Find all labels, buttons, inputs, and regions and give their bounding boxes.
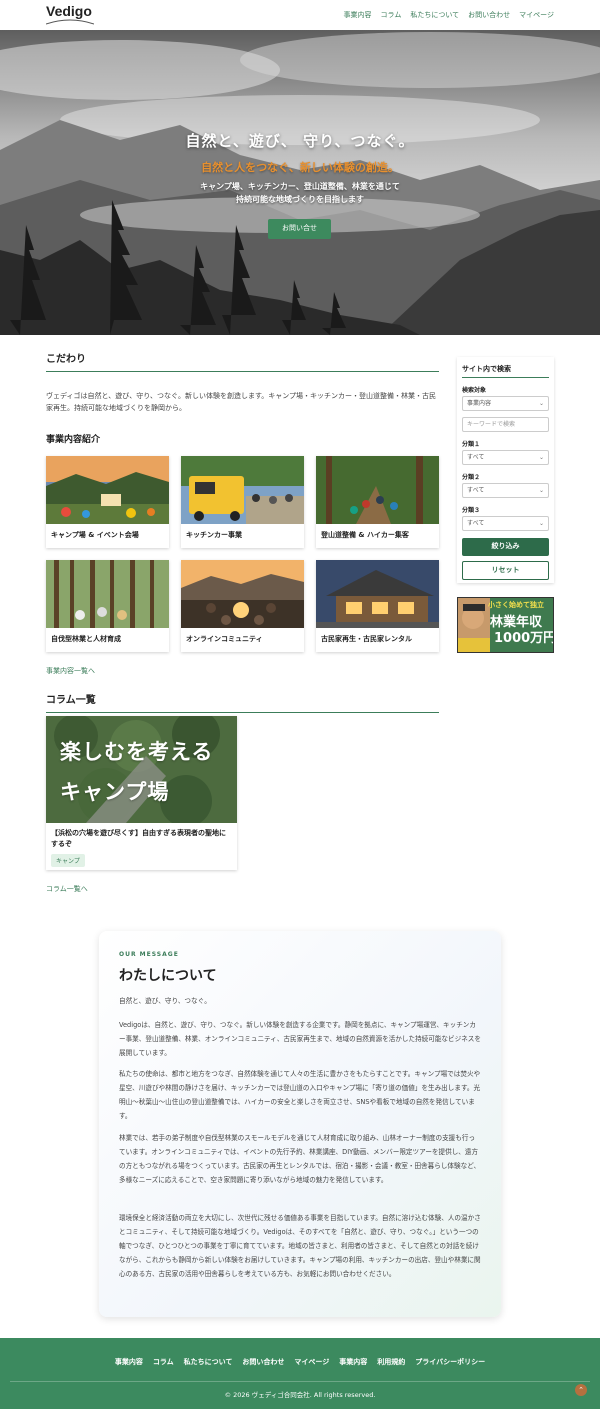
footer-nav-mypage[interactable]: マイページ [294, 1357, 329, 1367]
ad-line1: 小さく始めて独立 [488, 601, 544, 609]
service-card-community[interactable]: オンラインコミュニティ [181, 560, 304, 652]
ad-line3: 1000万円 [494, 631, 554, 646]
columns-heading: コラム一覧 [46, 691, 439, 713]
message-kicker: OUR MESSAGE [119, 951, 179, 958]
service-card-camp[interactable]: キャンプ場 & イベント会場 [46, 456, 169, 548]
footer-nav-services[interactable]: 事業内容 [115, 1357, 143, 1367]
chevron-down-icon: ⌄ [538, 400, 544, 407]
column-card-title: 【浜松の穴場を遊び尽くす】自由すぎる表現者の聖地にするぞ [51, 829, 226, 848]
reset-button[interactable]: リセット [462, 561, 549, 580]
message-paragraph-1: 自然と、遊び、守り、つなぐ。 [119, 997, 211, 1005]
search-target-select[interactable]: 事業内容 ⌄ [462, 396, 549, 411]
columns-divider [46, 712, 439, 713]
service-card-forestry[interactable]: 自伐型林業と人材育成 [46, 560, 169, 652]
sidebar-divider [462, 377, 549, 378]
nav-mypage[interactable]: マイページ [519, 10, 554, 20]
kodawari-text: ヴェディゴは自然と、遊び、守り、つなぐ。新しい体験を創造します。キャンプ場・キッ… [46, 392, 437, 412]
keyword-search-input[interactable]: キーワードで検索 [462, 417, 549, 432]
service-card-kitchencar[interactable]: キッチンカー事業 [181, 456, 304, 548]
service-label-community: オンラインコミュニティ [186, 635, 263, 643]
footer-copyright: © 2026 ヴェディゴ合同会社. All rights reserved. [224, 1391, 376, 1399]
services-more-link[interactable]: 事業内容一覧へ [46, 666, 95, 676]
hero-desc-line1: キャンプ場、キッチンカー、登山道整備、林業を通じて [200, 182, 400, 191]
site-header: Vedigo 事業内容 コラム 私たちについて お問い合わせ マイページ [0, 0, 600, 30]
service-image-community [181, 560, 304, 628]
hero-description: キャンプ場、キッチンカー、登山道整備、林業を通じて 持続可能な地域づくりを目指し… [0, 180, 600, 206]
nav-about[interactable]: 私たちについて [410, 10, 459, 20]
category1-label: 分類１ [462, 441, 481, 448]
logo-swoosh-icon [46, 19, 94, 25]
column-image-line2: キャンプ場 [60, 780, 170, 804]
footer-nav-columns[interactable]: コラム [153, 1357, 174, 1367]
search-target-label: 検索対象 [462, 387, 487, 394]
nav-services[interactable]: 事業内容 [344, 10, 372, 20]
services-title: 事業内容紹介 [46, 435, 101, 445]
service-card-trail[interactable]: 登山道整備 & ハイカー集客 [316, 456, 439, 548]
hero-desc-line2: 持続可能な地域づくりを目指します [236, 195, 364, 204]
service-label-camp: キャンプ場 & イベント会場 [51, 531, 139, 539]
message-paragraph-4: 林業では、若手の弟子制度や自伐型林業のスモールモデルを通じて人材育成に取り組み、… [119, 1134, 481, 1184]
service-label-kitchencar: キッチンカー事業 [186, 531, 242, 539]
search-sidebar: サイト内で検索 検索対象 事業内容 ⌄ キーワードで検索 分類１ すべて ⌄ 分… [457, 357, 554, 583]
hero-title: 自然と、遊び、 守り、つなぐ。 [185, 132, 415, 150]
column-card-image: 楽しむを考える キャンプ場 [46, 716, 237, 823]
kodawari-title: こだわり [46, 354, 86, 365]
footer-nav-privacy[interactable]: プライバシーポリシー [415, 1357, 485, 1367]
footer-nav: 事業内容 コラム 私たちについて お問い合わせ マイページ 事業内容 利用規約 … [0, 1357, 600, 1367]
column-card-tag[interactable]: キャンプ [51, 854, 85, 867]
chevron-down-icon: ⌄ [538, 520, 544, 527]
footer-nav-contact[interactable]: お問い合わせ [242, 1357, 284, 1367]
hero-contact-button[interactable]: お問い合せ [268, 219, 331, 239]
columns-title: コラム一覧 [46, 695, 96, 706]
service-card-kominka[interactable]: 古民家再生・古民家レンタル [316, 560, 439, 652]
message-paragraph-3: 私たちの使命は、都市と地方をつなぎ、自然体験を通じて人々の生活に豊かさをもたらす… [119, 1070, 481, 1120]
back-to-top-icon[interactable]: ⌃ [575, 1384, 587, 1396]
forestry-ad-banner[interactable]: 小さく始めて独立 林業年収 1000万円 [457, 597, 554, 653]
main-nav: 事業内容 コラム 私たちについて お問い合わせ マイページ [344, 10, 554, 20]
message-paragraph-5: 環境保全と経済活動の両立を大切にし、次世代に残せる価値ある事業を目指しています。… [119, 1214, 481, 1278]
search-target-value: 事業内容 [467, 400, 492, 407]
service-image-trail [316, 456, 439, 524]
category2-label: 分類２ [462, 474, 481, 481]
hero-subtitle: 自然と人をつなぐ、新しい体験の創造。 [201, 161, 399, 174]
category1-value: すべて [467, 454, 485, 461]
service-label-trail: 登山道整備 & ハイカー集客 [321, 531, 409, 539]
message-title: わたしについて [119, 968, 217, 984]
site-footer: 事業内容 コラム 私たちについて お問い合わせ マイページ 事業内容 利用規約 … [0, 1338, 600, 1409]
column-image-line1: 楽しむを考える [60, 740, 214, 764]
category3-select[interactable]: すべて ⌄ [462, 516, 549, 531]
kodawari-heading: こだわり [46, 350, 439, 372]
service-image-kominka [316, 560, 439, 628]
main-content: こだわり ヴェディゴは自然と、遊び、守り、つなぐ。新しい体験を創造します。キャン… [46, 350, 439, 893]
chevron-down-icon: ⌄ [538, 487, 544, 494]
column-card[interactable]: 楽しむを考える キャンプ場 【浜松の穴場を遊び尽くす】自由すぎる表現者の聖地にす… [46, 716, 237, 870]
service-image-kitchencar [181, 456, 304, 524]
columns-more-link[interactable]: コラム一覧へ [46, 884, 88, 894]
footer-nav-services-2[interactable]: 事業内容 [339, 1357, 367, 1367]
footer-nav-about[interactable]: 私たちについて [184, 1357, 233, 1367]
chevron-down-icon: ⌄ [538, 454, 544, 461]
category3-label: 分類３ [462, 507, 481, 514]
message-paragraph-2: Vedigoは、自然と、遊び、守り、つなぐ。新しい体験を創造する企業です。静岡を… [119, 1021, 481, 1057]
category2-value: すべて [467, 487, 485, 494]
kodawari-divider [46, 371, 439, 372]
sidebar-title: サイト内で検索 [462, 365, 511, 373]
footer-divider [10, 1381, 590, 1382]
category1-select[interactable]: すべて ⌄ [462, 450, 549, 465]
service-label-forestry: 自伐型林業と人材育成 [51, 635, 121, 643]
hero-section: 自然と、遊び、 守り、つなぐ。 自然と人をつなぐ、新しい体験の創造。 キャンプ場… [0, 30, 600, 335]
service-image-forestry [46, 560, 169, 628]
service-label-kominka: 古民家再生・古民家レンタル [321, 635, 412, 643]
nav-columns[interactable]: コラム [381, 10, 402, 20]
service-image-camp [46, 456, 169, 524]
category2-select[interactable]: すべて ⌄ [462, 483, 549, 498]
nav-contact[interactable]: お問い合わせ [468, 10, 510, 20]
filter-button[interactable]: 絞り込み [462, 538, 549, 556]
footer-nav-terms[interactable]: 利用規約 [377, 1357, 405, 1367]
category3-value: すべて [467, 520, 485, 527]
about-message-card: OUR MESSAGE わたしについて 自然と、遊び、守り、つなぐ。 Vedig… [99, 931, 501, 1317]
site-logo[interactable]: Vedigo [46, 3, 92, 19]
